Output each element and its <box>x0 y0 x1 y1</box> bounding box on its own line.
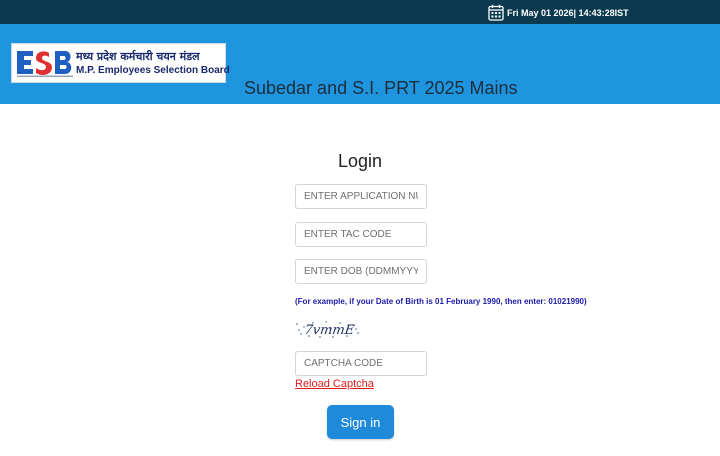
datetime-text: Fri May 01 2026| 14:43:28IST <box>507 7 629 18</box>
captcha-input[interactable] <box>295 351 427 376</box>
captcha-text: 7vmmE <box>303 323 355 338</box>
logo-hindi-text: मध्य प्रदेश कर्मचारी चयन मंडल <box>76 50 200 63</box>
exam-title: Subedar and S.I. PRT 2025 Mains <box>244 78 518 98</box>
login-heading: Login <box>0 151 720 172</box>
datetime-display: Fri May 01 2026| 14:43:28IST <box>488 4 629 21</box>
login-title-text: Login <box>337 151 383 171</box>
sign-in-button[interactable]: Sign in <box>327 405 394 439</box>
logo-english-text: M.P. Employees Selection Board <box>76 65 230 76</box>
calendar-icon <box>488 4 504 21</box>
application-number-input[interactable] <box>295 184 427 209</box>
dob-input[interactable] <box>295 259 427 284</box>
esb-logo-mark <box>15 47 75 79</box>
captcha-image: 7vmmE <box>295 320 361 339</box>
site-header: मध्य प्रदेश कर्मचारी चयन मंडल M.P. Emplo… <box>0 24 720 104</box>
esb-logo: मध्य प्रदेश कर्मचारी चयन मंडल M.P. Emplo… <box>11 43 230 83</box>
tac-code-input[interactable] <box>295 222 427 247</box>
dob-hint: (For example, if your Date of Birth is 0… <box>295 297 587 306</box>
top-status-bar: Fri May 01 2026| 14:43:28IST <box>0 0 720 24</box>
reload-captcha-link[interactable]: Reload Captcha <box>295 378 374 390</box>
